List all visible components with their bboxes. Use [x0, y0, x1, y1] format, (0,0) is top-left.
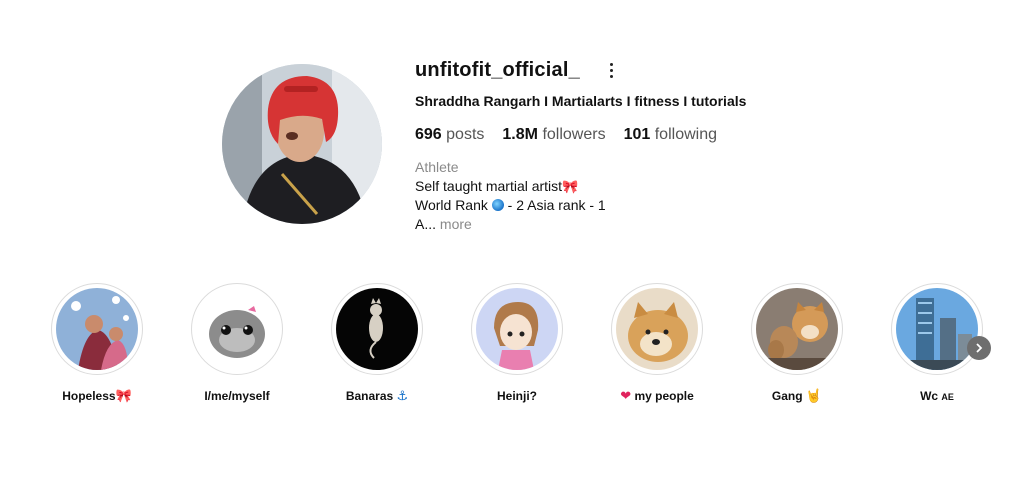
highlight-label: Wc: [920, 389, 939, 403]
highlight-gang[interactable]: Gang 🤘: [742, 283, 852, 404]
highlight-cover-image: [756, 288, 838, 370]
following-label: following: [654, 126, 717, 143]
bio-line-2: World Rank - 2 Asia rank - 1: [415, 197, 606, 213]
full-name: Shraddha Rangarh I Martialarts I fitness…: [415, 93, 747, 109]
story-highlights: Hopeless🎀 I/me/myself Banaras ⚓ Heinji?: [0, 283, 1024, 423]
profile-avatar[interactable]: [222, 64, 382, 224]
highlight-label: Banaras: [345, 389, 394, 403]
posts-label: posts: [446, 126, 485, 143]
highlight-ring: [751, 283, 843, 375]
rock-hand-icon: 🤘: [805, 389, 823, 404]
more-options-button[interactable]: [604, 58, 620, 82]
highlight-ring: [891, 283, 983, 375]
bio-line-1-text: Self taught martial artist: [415, 178, 563, 194]
highlight-hopeless[interactable]: Hopeless🎀: [42, 283, 152, 404]
highlight-label: Heinji?: [496, 389, 537, 403]
highlight-cover-image: [196, 288, 278, 370]
highlight-cover-image: [896, 288, 978, 370]
bio-line-1: Self taught martial artist🎀: [415, 178, 578, 195]
username-row: unfitofit_official_: [415, 58, 620, 82]
followers-label: followers: [542, 126, 606, 143]
username: unfitofit_official_: [415, 58, 580, 81]
highlight-cover-image: [476, 288, 558, 370]
globe-icon: [491, 199, 504, 211]
bio-line-3-text: A...: [415, 216, 437, 232]
highlight-label: my people: [634, 389, 694, 403]
highlight-cover-image: [616, 288, 698, 370]
highlight-my-people[interactable]: ❤ my people: [602, 283, 712, 404]
profile-stats: 696 posts 1.8M followers 101 following: [415, 126, 735, 144]
bio-line-2-text-b: - 2 Asia rank - 1: [507, 197, 606, 213]
following-stat[interactable]: 101 following: [624, 126, 717, 144]
followers-count: 1.8M: [502, 126, 538, 143]
highlight-label: Hopeless: [62, 389, 116, 403]
highlight-cover-image: [56, 288, 138, 370]
profile-category: Athlete: [415, 159, 459, 175]
highlight-cover-image: [336, 288, 418, 370]
bio-more-link[interactable]: more: [440, 216, 472, 232]
bio-line-2-text-a: World Rank: [415, 197, 488, 213]
highlight-label: Gang: [771, 389, 803, 403]
posts-stat[interactable]: 696 posts: [415, 126, 484, 144]
anchor-icon: ⚓: [396, 389, 409, 404]
highlight-i-me-myself[interactable]: I/me/myself: [182, 283, 292, 403]
heart-icon: ❤: [620, 389, 632, 404]
highlight-ring: [471, 283, 563, 375]
highlight-ring: [331, 283, 423, 375]
flag-icon: AE: [941, 392, 954, 402]
followers-stat[interactable]: 1.8M followers: [502, 126, 605, 144]
highlight-heinji[interactable]: Heinji?: [462, 283, 572, 403]
bio-line-3: A... more: [415, 216, 472, 232]
following-count: 101: [623, 126, 651, 143]
highlight-ring: [191, 283, 283, 375]
highlight-ring: [611, 283, 703, 375]
ribbon-icon: 🎀: [115, 389, 132, 404]
chevron-right-icon: [976, 343, 983, 353]
more-dots-icon: [610, 61, 614, 79]
ribbon-icon: 🎀: [562, 180, 579, 195]
posts-count: 696: [415, 126, 442, 143]
highlight-banaras[interactable]: Banaras ⚓: [322, 283, 432, 404]
highlights-next-button[interactable]: [967, 336, 991, 360]
profile-photo: [222, 64, 382, 224]
highlight-label: I/me/myself: [204, 389, 270, 403]
highlight-ring: [51, 283, 143, 375]
